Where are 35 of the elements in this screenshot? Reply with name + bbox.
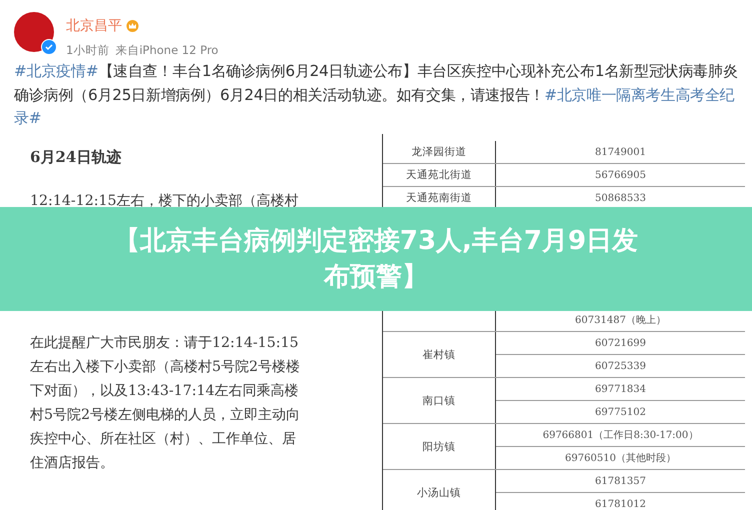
district-name: 天通苑北街道 [406,168,472,182]
phone-number: 60725339 [595,360,646,372]
phone-number: 69760510（其他时段） [565,452,676,465]
avatar[interactable] [14,12,54,52]
document-line: 在此提醒广大市民朋友：请于12:14-15:15 [30,334,300,353]
document-line: 下对面），以及13:43-17:14左右同乘高楼 [30,382,300,401]
district-name: 崔村镇 [422,348,456,362]
phone-number: 61781357 [595,476,646,486]
phone-number: 69775102 [595,406,646,418]
author-name[interactable]: 北京昌平 [66,17,122,35]
post-time: 1小时前 [66,43,110,58]
headline-line: 【北京丰台病例判定密接73人,丰台7月9日发 [114,225,638,258]
phone-number: 50868533 [595,192,646,204]
phone-number: 61781012 [595,498,646,510]
phone-number: 56766905 [595,170,646,180]
district-name: 天通苑南街道 [406,191,472,205]
phone-number: 60731487（晚上） [575,314,666,327]
document-line: 左右出入楼下小卖部（高楼村5号院2号楼楼 [30,358,302,377]
district-name: 龙泽园街道 [412,145,466,159]
document-line: 12:14-12:15左右，楼下的小卖部（高楼村 [30,192,300,211]
district-name: 阳坊镇 [422,440,456,454]
document-title: 6月24日轨迹 [30,148,122,167]
post-source: 来自iPhone 12 Pro [115,43,218,58]
post-text: #北京疫情#【速自查！丰台1名确诊病例6月24日轨迹公布】丰台区疾控中心现补充公布1名新型冠状病毒肺炎确诊病例（6月25日新增病例）6月24日的相关活动轨迹。如有交集，请速报告！#北京唯一隔离考生高考全纪录# [13,61,739,129]
crown-icon [126,20,139,32]
headline-line: 布预警】 [324,261,428,294]
phone-number: 69771834 [595,384,646,394]
document-line: 住酒店报告。 [30,454,115,473]
phone-number: 60721699 [595,338,646,348]
document-line: 村5号院2号楼左侧电梯的人员，立即主动向 [30,406,302,425]
phone-number: 81749001 [595,146,646,158]
document-line: 疾控中心、所在社区（村）、工作单位、居 [30,430,297,449]
district-name: 南口镇 [422,394,456,408]
district-name: 小汤山镇 [417,486,461,500]
phone-number: 69766801（工作日8:30-17:00） [542,429,698,442]
